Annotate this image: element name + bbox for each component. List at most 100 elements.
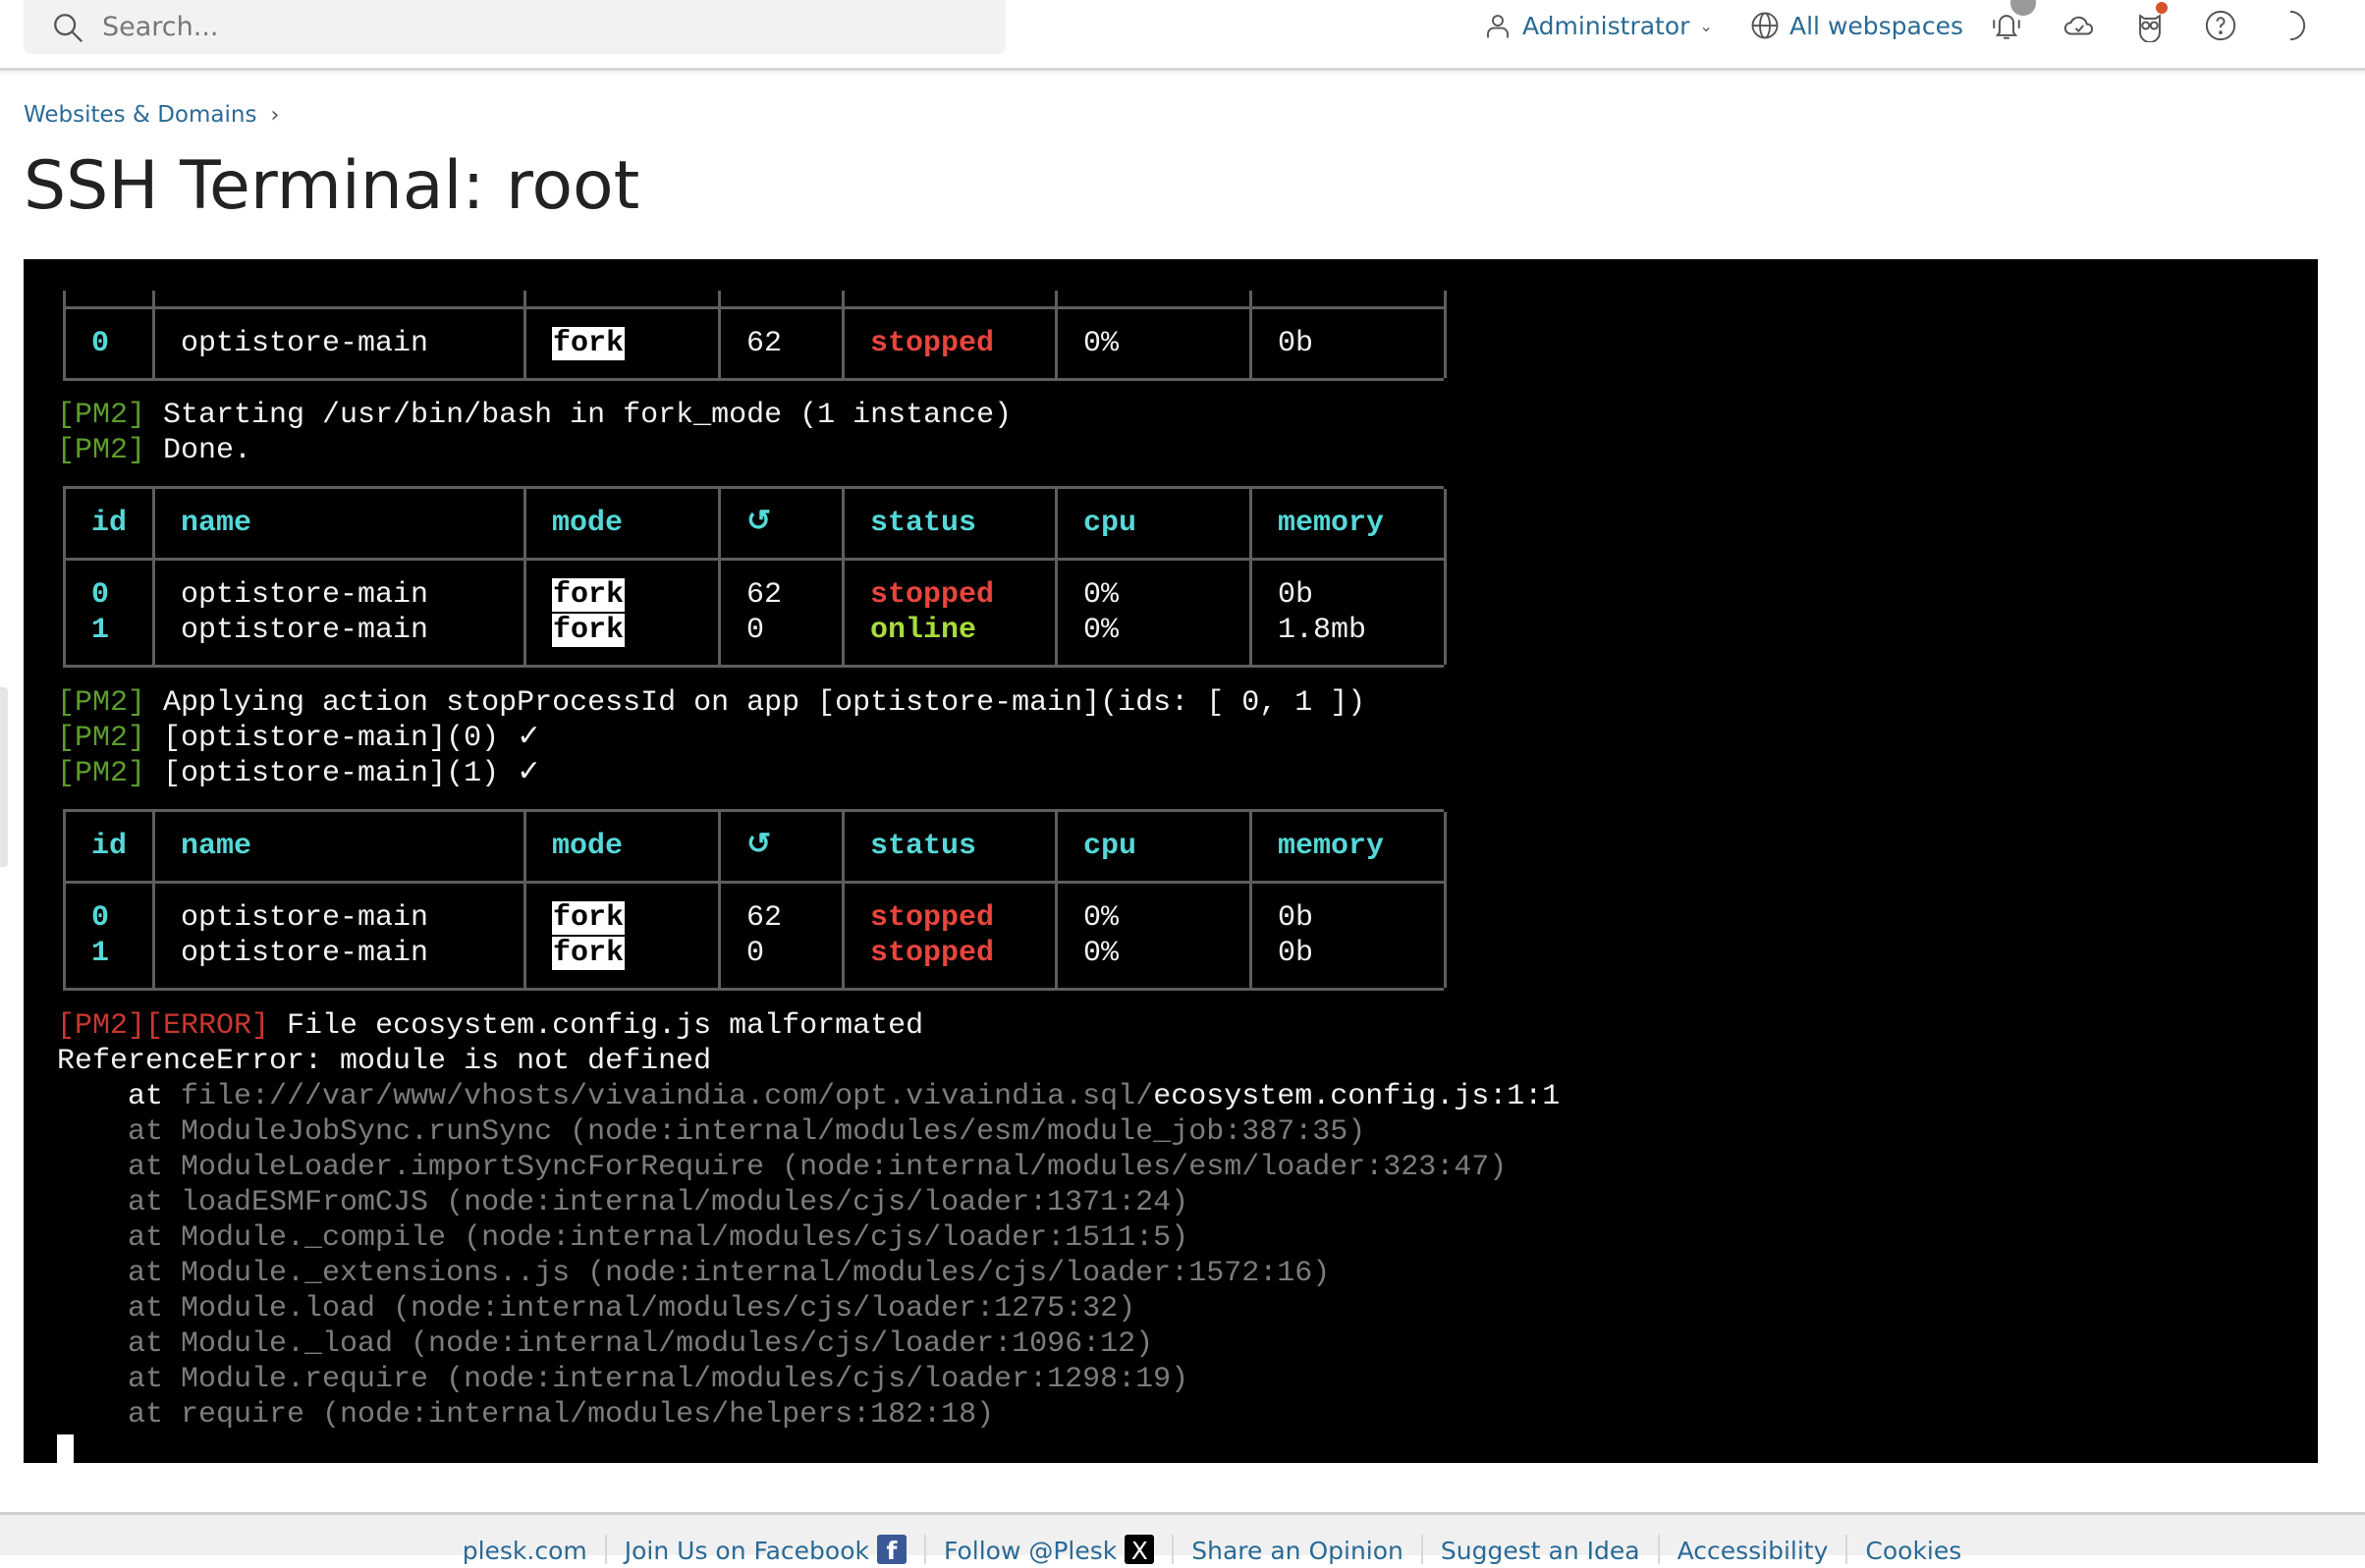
table-cell-value: 0 <box>91 578 110 612</box>
help-button[interactable] <box>2201 6 2240 45</box>
table-header-cell: mode <box>526 489 721 561</box>
table-header-cell: ↺ <box>721 812 845 884</box>
mode-badge: fork <box>552 937 626 970</box>
globe-icon <box>1751 12 1779 39</box>
footer-link[interactable]: Suggest an Idea <box>1420 1535 1658 1565</box>
chevron-down-icon: ⌄ <box>1699 16 1713 35</box>
help-icon <box>2205 10 2236 41</box>
advisor-button[interactable] <box>2130 2 2170 45</box>
table-cell-value: 62 <box>746 901 783 935</box>
terminal-text: [optistore-main](1) ✓ <box>145 757 542 790</box>
terminal-text: File ecosystem.config.js malformated <box>269 1009 924 1043</box>
footer-link[interactable]: Join Us on Facebook f <box>604 1535 924 1565</box>
table-header-cell: status <box>845 812 1058 884</box>
pm2-process-table: id name mode ↺ status cpu memory 0 1 optistore-ma… <box>63 486 1447 668</box>
chevron-right-icon: › <box>270 102 280 128</box>
table-header-cell: ↺ <box>721 489 845 561</box>
terminal-line: [PM2][ERROR] File ecosystem.config.js ma… <box>24 1008 2318 1044</box>
footer-link[interactable]: Share an Opinion <box>1172 1535 1421 1565</box>
table-header-cell: status <box>845 489 1058 561</box>
table-header-cell: name <box>155 489 526 561</box>
table-cell: 0b 0b <box>1252 884 1447 988</box>
table-cell: 0% <box>1058 309 1252 378</box>
terminal-line: [PM2] Done. <box>24 433 2318 468</box>
footer-link[interactable]: Accessibility <box>1657 1535 1846 1565</box>
terminal-text: at Module.require (node:internal/modules… <box>57 1363 1189 1396</box>
footer-link-label: Share an Opinion <box>1191 1537 1403 1565</box>
table-header-cell <box>526 291 721 309</box>
table-header-cell: memory <box>1252 489 1447 561</box>
table-cell-value: 0% <box>1083 937 1120 970</box>
terminal-text: at Module._compile (node:internal/module… <box>57 1221 1189 1255</box>
table-cell-value: optistore-main <box>181 327 429 360</box>
table-cell-value: 0% <box>1083 327 1120 360</box>
table-cell-value: fork <box>552 577 718 613</box>
table-cell-value: optistore-main <box>181 937 429 970</box>
ssh-terminal[interactable]: 0 optistore-main fork 62 stopped 0% 0b [PM2] St… <box>24 259 2318 1463</box>
advisor-alert-dot <box>2156 2 2168 14</box>
table-cell: stopped stopped <box>845 884 1058 988</box>
table-cell: 01 <box>66 884 155 988</box>
terminal-line: at Module.require (node:internal/modules… <box>24 1362 2318 1397</box>
sidebar-toggle[interactable] <box>0 687 8 867</box>
terminal-text: Starting /usr/bin/bash in fork_mode (1 i… <box>145 399 1013 432</box>
table-cell: fork <box>526 309 721 378</box>
notifications-button[interactable] <box>1987 0 2036 45</box>
footer-link-label: Join Us on Facebook <box>624 1537 869 1565</box>
table-header-cell <box>155 291 526 309</box>
user-menu[interactable]: Administrator ⌄ <box>1483 6 1713 45</box>
table-cell: fork fork <box>526 884 721 988</box>
cloud-check-icon <box>2063 16 2094 35</box>
table-header-cell: name <box>155 812 526 884</box>
table-header-cell <box>721 291 845 309</box>
terminal-text: at ModuleLoader.importSyncForRequire (no… <box>57 1151 1508 1184</box>
terminal-text: file:///var/www/vhosts/vivaindia.com/opt… <box>181 1080 1154 1113</box>
table-cell-value: fork <box>552 613 718 648</box>
terminal-scroll-offset <box>24 259 2318 291</box>
table-cell-value: stopped <box>870 901 995 935</box>
mode-badge: fork <box>552 327 626 360</box>
footer-link[interactable]: Follow @Plesk X <box>923 1535 1172 1565</box>
search-bar[interactable] <box>24 0 1006 54</box>
breadcrumb-websites-domains[interactable]: Websites & Domains <box>24 102 256 128</box>
table-cell-value: 1 <box>91 614 110 647</box>
terminal-line: at loadESMFromCJS (node:internal/modules… <box>24 1185 2318 1220</box>
pm2-process-table: id name mode ↺ status cpu memory 0 1 optistore-ma… <box>63 809 1447 991</box>
table-cell-value: 0 <box>91 327 110 360</box>
cloud-button[interactable] <box>2060 6 2099 45</box>
user-icon <box>1487 15 1509 38</box>
table-header-cell <box>1252 291 1447 309</box>
table-cell: 62 0 <box>721 884 845 988</box>
table-header-cell: id <box>66 812 155 884</box>
terminal-text: ecosystem.config.js:1:1 <box>1153 1080 1561 1113</box>
table-cell: 01 <box>66 561 155 665</box>
table-header-cell: cpu <box>1058 489 1252 561</box>
mode-badge: fork <box>552 578 626 612</box>
terminal-text: at Module._load (node:internal/modules/c… <box>57 1327 1154 1361</box>
table-cell-value: 0b <box>1278 578 1314 612</box>
terminal-text: at Module.load (node:internal/modules/cj… <box>57 1292 1136 1325</box>
breadcrumb: Websites & Domains › <box>24 102 279 128</box>
search-input[interactable] <box>102 12 888 42</box>
user-label: Administrator <box>1522 11 1690 40</box>
table-header-cell: id <box>66 489 155 561</box>
footer-link[interactable]: Cookies <box>1845 1535 1979 1565</box>
terminal-line: at ModuleJobSync.runSync (node:internal/… <box>24 1114 2318 1150</box>
table-cell-value: 62 <box>746 578 783 612</box>
terminal-line: at Module.load (node:internal/modules/cj… <box>24 1291 2318 1326</box>
table-cell: 0b <box>1252 309 1447 378</box>
terminal-text: [PM2] <box>57 757 146 790</box>
terminal-line: at file:///var/www/vhosts/vivaindia.com/… <box>24 1079 2318 1114</box>
table-cell: optistore-main optistore-main <box>155 561 526 665</box>
footer-link[interactable]: plesk.com <box>445 1535 605 1565</box>
terminal-text: at ModuleJobSync.runSync (node:internal/… <box>57 1115 1366 1149</box>
pm2-process-table: 0 optistore-main fork 62 stopped 0% 0b <box>63 291 1447 381</box>
webspaces-selector[interactable]: All webspaces <box>1750 6 1963 45</box>
table-cell-value: 1 <box>91 937 110 970</box>
table-cell-value: fork <box>552 326 718 361</box>
terminal-text: ReferenceError: module is not defined <box>57 1045 712 1078</box>
table-cell-value: 0b <box>1278 327 1314 360</box>
dark-mode-button[interactable] <box>2271 6 2310 45</box>
table-cell-value: 0 <box>91 901 110 935</box>
footer-link-label: Follow @Plesk <box>943 1537 1118 1565</box>
